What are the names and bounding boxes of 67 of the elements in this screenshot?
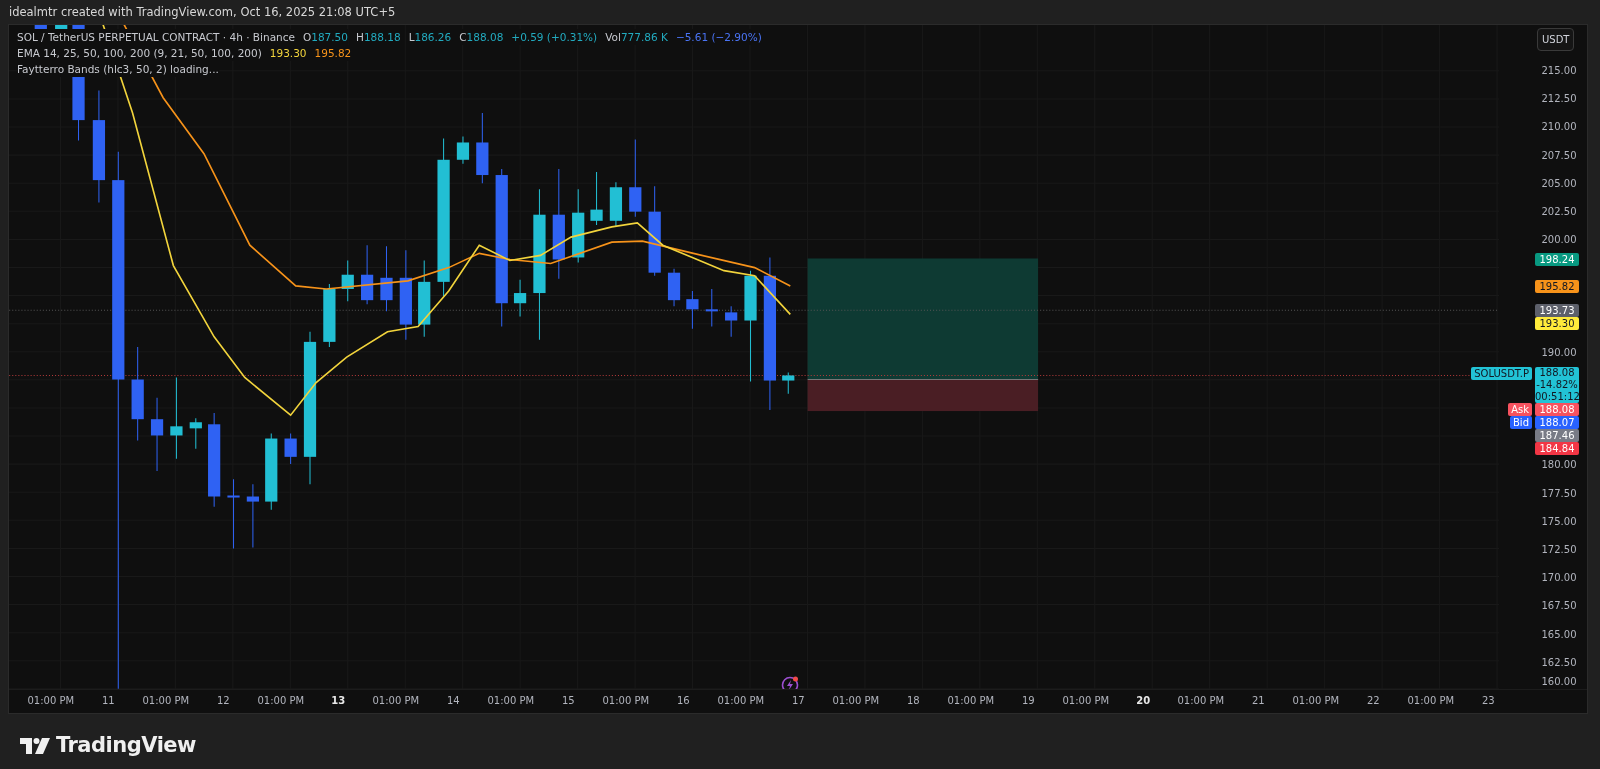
price-label: 177.50 bbox=[1540, 486, 1578, 501]
time-label: 01:00 PM bbox=[371, 694, 421, 708]
price-label: 202.50 bbox=[1540, 204, 1578, 219]
volume-reading: Vol777.86 K bbox=[605, 29, 668, 45]
price-label: 170.00 bbox=[1540, 571, 1578, 586]
symbol-title: SOL / TetherUS PERPETUAL CONTRACT · 4h · Binance bbox=[17, 29, 295, 45]
time-label: 13 bbox=[330, 694, 347, 708]
quote-badge: Ask bbox=[1508, 403, 1532, 417]
price-label: 175.00 bbox=[1540, 514, 1578, 529]
time-label: 01:00 PM bbox=[1176, 694, 1226, 708]
quote-tag: 188.07 bbox=[1535, 416, 1579, 430]
time-label: 16 bbox=[675, 694, 691, 708]
price-label: 172.50 bbox=[1540, 542, 1578, 557]
time-label: 20 bbox=[1135, 694, 1152, 708]
time-label: 01:00 PM bbox=[486, 694, 536, 708]
price-label: 167.50 bbox=[1540, 599, 1578, 614]
quote-badge: Bid bbox=[1510, 416, 1532, 430]
quote-tag: 188.08 bbox=[1535, 403, 1579, 417]
price-tag: 193.73 bbox=[1535, 303, 1579, 317]
time-label: 21 bbox=[1250, 694, 1266, 708]
time-label: 15 bbox=[560, 694, 576, 708]
indicator-name: EMA 14, 25, 50, 100, 200 (9, 21, 50, 100, 200) bbox=[17, 45, 262, 61]
time-label: 01:00 PM bbox=[1406, 694, 1456, 708]
price-tag: 198.24 bbox=[1535, 252, 1579, 266]
price-label: 180.00 bbox=[1540, 458, 1578, 473]
time-label: 14 bbox=[445, 694, 461, 708]
price-label: 160.00 bbox=[1540, 675, 1578, 689]
indicator-value: 193.30 bbox=[269, 45, 307, 61]
symbol-badge: SOLUSDT.P bbox=[1471, 367, 1532, 381]
currency-button[interactable]: USDT bbox=[1537, 28, 1575, 51]
price-label: 162.50 bbox=[1540, 655, 1578, 670]
time-label: 01:00 PM bbox=[716, 694, 766, 708]
time-label: 01:00 PM bbox=[831, 694, 881, 708]
time-label: 01:00 PM bbox=[256, 694, 306, 708]
brand-name: TradingView bbox=[56, 732, 196, 759]
time-label: 12 bbox=[215, 694, 231, 708]
time-label: 01:00 PM bbox=[26, 694, 76, 708]
attribution-text: idealmtr created with TradingView.com, Oct 16, 2025 21:08 UTC+5 bbox=[9, 5, 396, 19]
time-label: 11 bbox=[100, 694, 116, 708]
time-label: 19 bbox=[1020, 694, 1036, 708]
volume-change: −5.61 (−2.90%) bbox=[675, 29, 762, 45]
price-change: +0.59 (+0.31%) bbox=[511, 29, 598, 45]
price-label: 200.00 bbox=[1540, 233, 1578, 248]
price-tag: 195.82 bbox=[1535, 280, 1579, 294]
price-label: 165.00 bbox=[1540, 627, 1578, 642]
ohlc-reading: O187.50 bbox=[302, 29, 348, 45]
time-label: 01:00 PM bbox=[141, 694, 191, 708]
price-label: 207.50 bbox=[1540, 148, 1578, 163]
price-label: 212.50 bbox=[1540, 92, 1578, 107]
time-label: 01:00 PM bbox=[1291, 694, 1341, 708]
price-tag: 184.84 bbox=[1535, 442, 1579, 456]
time-label: 01:00 PM bbox=[1061, 694, 1111, 708]
indicator-name: Faytterro Bands (hlc3, 50, 2) loading... bbox=[17, 61, 219, 77]
last-price-tag: 188.08 -14.82% 00:51:12 bbox=[1535, 367, 1579, 404]
time-label: 01:00 PM bbox=[601, 694, 651, 708]
price-label: 210.00 bbox=[1540, 120, 1578, 135]
ohlc-reading: C188.08 bbox=[459, 29, 504, 45]
time-label: 18 bbox=[905, 694, 921, 708]
price-tag: 187.46 bbox=[1535, 429, 1579, 443]
indicator-value: 195.82 bbox=[314, 45, 352, 61]
time-label: 23 bbox=[1480, 694, 1496, 708]
time-label: 22 bbox=[1365, 694, 1381, 708]
price-label: 205.00 bbox=[1540, 176, 1578, 191]
price-label: 215.00 bbox=[1540, 64, 1578, 78]
price-label: 190.00 bbox=[1540, 345, 1578, 360]
time-label: 01:00 PM bbox=[946, 694, 996, 708]
time-label: 17 bbox=[790, 694, 806, 708]
